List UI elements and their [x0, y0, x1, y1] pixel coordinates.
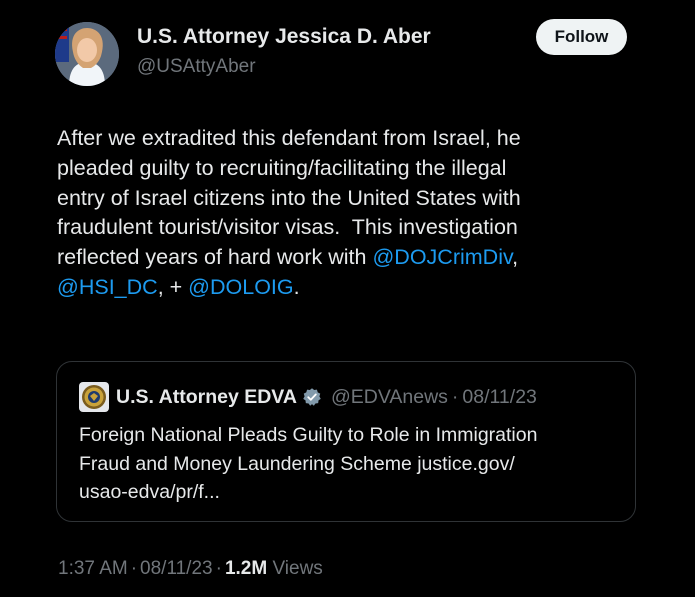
tweet-text-segment: After we extradited this defendant from …	[57, 126, 521, 150]
tweet-text-segment: fraudulent tourist/visitor visas. This i…	[57, 215, 518, 240]
tweet-time[interactable]: 1:37 AM	[58, 558, 128, 579]
tweet-text-segment: .	[293, 274, 300, 299]
doj-seal-icon[interactable]	[79, 382, 109, 412]
separator-dot: ·	[215, 558, 222, 579]
tweet-line: reflected years of hard work with @DOJCr…	[57, 243, 657, 273]
author-handle[interactable]: @USAttyAber	[137, 54, 431, 80]
quoted-text-line: Foreign National Pleads Guilty to Role i…	[79, 424, 538, 446]
tweet-line: After we extradited this defendant from …	[57, 124, 657, 154]
avatar-photo-icon	[55, 22, 119, 86]
tweet-line: entry of Israel citizens into the United…	[57, 184, 657, 214]
tweet-text-segment: reflected years of hard work with	[57, 245, 373, 270]
quoted-date[interactable]: 08/11/23	[462, 386, 536, 409]
tweet: U.S. Attorney Jessica D. Aber @USAttyAbe…	[0, 0, 695, 597]
follow-button[interactable]: Follow	[536, 19, 627, 55]
mention-dojcrimdiv-link[interactable]: @DOJCrimDiv	[372, 245, 512, 269]
tweet-text: After we extradited this defendant from …	[57, 124, 657, 303]
quoted-text-line: Fraud and Money Laundering Scheme justic…	[79, 452, 515, 475]
author-info: U.S. Attorney Jessica D. Aber @USAttyAbe…	[137, 24, 431, 80]
tweet-line: pleaded guilty to recruiting/facilitatin…	[57, 154, 657, 184]
author-avatar[interactable]	[55, 22, 119, 86]
tweet-text-segment: entry of Israel citizens into the United…	[57, 185, 521, 210]
separator-dot: ·	[130, 558, 138, 579]
mention-doloig-link[interactable]: @DOLOIG	[188, 275, 293, 299]
quoted-handle[interactable]: @EDVAnews	[331, 386, 448, 409]
author-display-name[interactable]: U.S. Attorney Jessica D. Aber	[137, 24, 431, 50]
tweet-line: fraudulent tourist/visitor visas. This i…	[57, 213, 657, 243]
quoted-display-name[interactable]: U.S. Attorney EDVA	[116, 386, 297, 409]
quoted-tweet-card[interactable]: U.S. Attorney EDVA @EDVAnews · 08/11/23 …	[56, 361, 636, 522]
tweet-line: @HSI_DC, + @DOLOIG.	[57, 273, 657, 303]
verified-badge-icon	[302, 387, 322, 407]
quoted-text-line: usao-edva/pr/f...	[79, 481, 220, 503]
tweet-text-segment: pleaded guilty to recruiting/facilitatin…	[57, 155, 507, 180]
mention-hsi-dc-link[interactable]: @HSI_DC	[57, 275, 158, 299]
tweet-meta: 1:37 AM · 08/11/23 · 1.2M Views	[58, 558, 323, 580]
quoted-tweet-text: Foreign National Pleads Guilty to Role i…	[79, 421, 619, 507]
views-count[interactable]: 1.2M	[225, 558, 267, 579]
tweet-text-segment: ,	[512, 245, 519, 270]
views-label: Views	[272, 558, 323, 579]
separator-dot: ·	[451, 385, 459, 408]
tweet-text-segment: , +	[157, 274, 189, 299]
tweet-date[interactable]: 08/11/23	[140, 558, 213, 579]
quoted-tweet-header: U.S. Attorney EDVA @EDVAnews · 08/11/23	[79, 382, 537, 412]
